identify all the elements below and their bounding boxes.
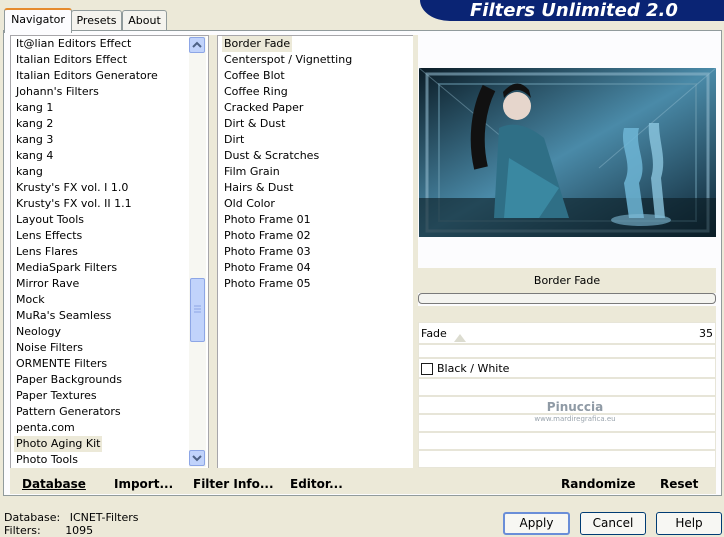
category-item[interactable]: kang 2 xyxy=(14,116,55,132)
black-white-label: Black / White xyxy=(437,362,510,375)
preview-artwork xyxy=(419,68,716,237)
tab-presets[interactable]: Presets xyxy=(71,10,122,31)
slider-thumb-icon[interactable] xyxy=(454,333,466,342)
category-item[interactable]: MuRa's Seamless xyxy=(14,308,113,324)
category-scrollbar[interactable] xyxy=(189,36,206,467)
randomize-button[interactable]: Randomize xyxy=(561,476,635,492)
filter-item[interactable]: Hairs & Dust xyxy=(222,180,295,196)
editor-button[interactable]: Editor... xyxy=(290,476,343,492)
filter-item[interactable]: Photo Frame 02 xyxy=(222,228,313,244)
filter-item[interactable]: Coffee Blot xyxy=(222,68,287,84)
settings-row-empty xyxy=(418,450,716,468)
category-item[interactable]: Photo Tools xyxy=(14,452,80,468)
fade-slider-row[interactable]: Fade 35 xyxy=(418,322,716,344)
fade-label: Fade xyxy=(421,327,447,340)
filter-name-label: Border Fade xyxy=(418,268,716,293)
filter-item[interactable]: Photo Frame 01 xyxy=(222,212,313,228)
database-status: Database: ICNET-Filters xyxy=(4,511,138,524)
editor-label: Editor... xyxy=(290,477,343,491)
preview-image xyxy=(419,68,716,237)
filter-item[interactable]: Dust & Scratches xyxy=(222,148,321,164)
category-item[interactable]: Johann's Filters xyxy=(14,84,101,100)
grip-icon xyxy=(194,305,201,313)
filter-item[interactable]: Centerspot / Vignetting xyxy=(222,52,354,68)
category-item[interactable]: Photo Aging Kit xyxy=(14,436,103,452)
watermark-site: www.mardiregrafica.eu xyxy=(534,415,616,423)
filters-status-value: 1095 xyxy=(65,524,94,537)
category-item[interactable]: Paper Backgrounds xyxy=(14,372,124,388)
settings-spacer xyxy=(418,306,716,322)
database-button[interactable]: Database xyxy=(22,476,86,492)
filter-item[interactable]: Old Color xyxy=(222,196,277,212)
black-white-row[interactable]: Black / White xyxy=(418,358,716,378)
filter-item[interactable]: Border Fade xyxy=(222,36,293,52)
category-item[interactable]: Noise Filters xyxy=(14,340,85,356)
category-item[interactable]: Mock xyxy=(14,292,47,308)
category-item[interactable]: Lens Flares xyxy=(14,244,80,260)
watermark-name: Pinuccia xyxy=(546,400,604,414)
black-white-checkbox[interactable] xyxy=(421,363,433,375)
database-status-value: ICNET-Filters xyxy=(69,511,139,524)
scroll-up-button[interactable] xyxy=(189,37,205,53)
category-item[interactable]: Krusty's FX vol. I 1.0 xyxy=(14,180,130,196)
progress-bar xyxy=(418,293,716,304)
filters-status: Filters: 1095 xyxy=(4,524,93,537)
filter-item[interactable]: Dirt & Dust xyxy=(222,116,287,132)
filter-info-button[interactable]: Filter Info... xyxy=(193,476,274,492)
settings-row-empty xyxy=(418,378,716,396)
category-item[interactable]: Lens Effects xyxy=(14,228,84,244)
randomize-label: Randomize xyxy=(561,477,636,491)
chevron-up-icon xyxy=(192,41,202,48)
scroll-thumb[interactable] xyxy=(190,278,205,342)
apply-button[interactable]: Apply xyxy=(503,512,570,535)
help-button[interactable]: Help xyxy=(656,512,722,535)
filter-item[interactable]: Photo Frame 05 xyxy=(222,276,313,292)
settings-row-empty xyxy=(418,344,716,358)
category-item[interactable]: Italian Editors Generatore xyxy=(14,68,160,84)
import-button[interactable]: Import... xyxy=(114,476,173,492)
category-item[interactable]: penta.com xyxy=(14,420,77,436)
category-item[interactable]: Italian Editors Effect xyxy=(14,52,129,68)
window-title: Filters Unlimited 2.0 xyxy=(470,0,678,21)
filter-item[interactable]: Dirt xyxy=(222,132,246,148)
category-item[interactable]: Mirror Rave xyxy=(14,276,81,292)
reset-button[interactable]: Reset xyxy=(660,476,698,492)
category-item[interactable]: Neology xyxy=(14,324,63,340)
filter-info-label: Filter Info... xyxy=(193,477,274,491)
list-divider xyxy=(209,35,217,468)
filter-item[interactable]: Film Grain xyxy=(222,164,282,180)
category-item[interactable]: Layout Tools xyxy=(14,212,86,228)
filter-item[interactable]: Photo Frame 03 xyxy=(222,244,313,260)
tab-about[interactable]: About xyxy=(122,10,167,31)
category-item[interactable]: kang xyxy=(14,164,45,180)
category-item[interactable]: Pattern Generators xyxy=(14,404,123,420)
settings-row-empty xyxy=(418,432,716,450)
category-item[interactable]: ORMENTE Filters xyxy=(14,356,109,372)
tab-navigator[interactable]: Navigator xyxy=(4,8,72,33)
filter-item[interactable]: Cracked Paper xyxy=(222,100,305,116)
category-item[interactable]: Krusty's FX vol. II 1.1 xyxy=(14,196,134,212)
fade-value: 35 xyxy=(699,327,713,340)
database-status-label: Database: xyxy=(4,511,61,524)
category-item[interactable]: kang 1 xyxy=(14,100,55,116)
category-item[interactable]: Paper Textures xyxy=(14,388,99,404)
reset-label: Reset xyxy=(660,477,699,491)
chevron-down-icon xyxy=(192,455,202,462)
category-item[interactable]: kang 4 xyxy=(14,148,55,164)
cancel-button[interactable]: Cancel xyxy=(580,512,646,535)
filter-item[interactable]: Photo Frame 04 xyxy=(222,260,313,276)
scroll-down-button[interactable] xyxy=(189,450,205,466)
category-item[interactable]: MediaSpark Filters xyxy=(14,260,119,276)
database-label: Database xyxy=(22,477,86,491)
filter-item[interactable]: Coffee Ring xyxy=(222,84,290,100)
category-item[interactable]: It@lian Editors Effect xyxy=(14,36,133,52)
filters-status-label: Filters: xyxy=(4,524,41,537)
import-label: Import... xyxy=(114,477,174,491)
category-item[interactable]: kang 3 xyxy=(14,132,55,148)
